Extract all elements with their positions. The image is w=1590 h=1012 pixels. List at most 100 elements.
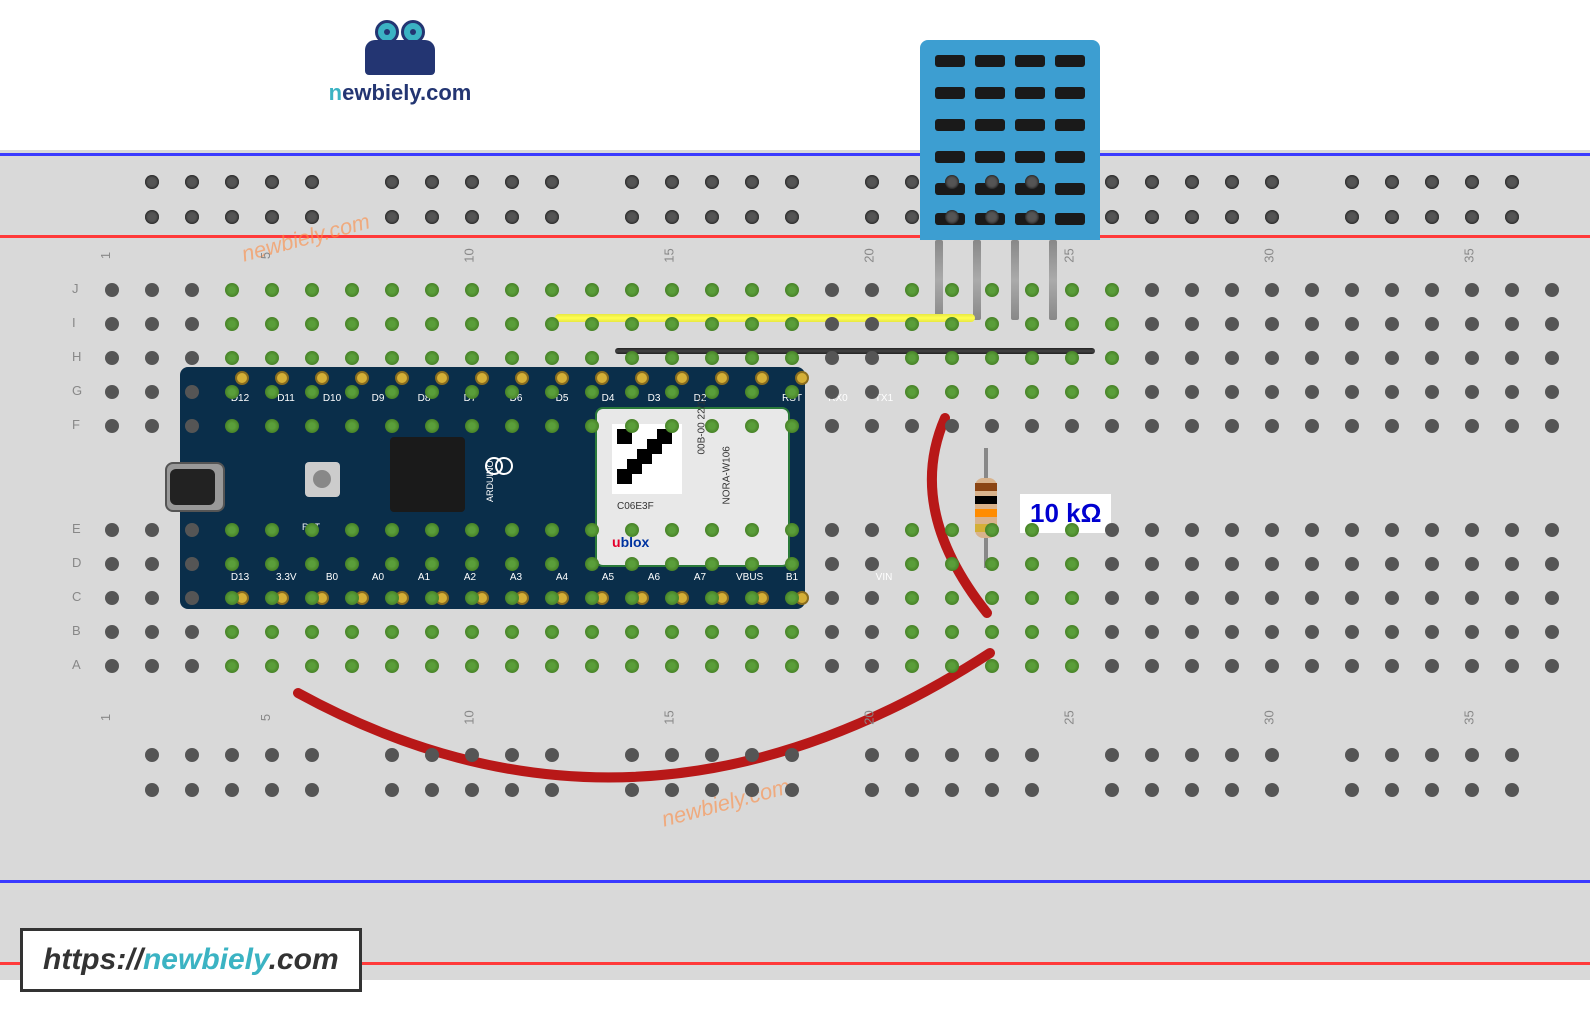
tie-point — [465, 748, 479, 762]
tie-point — [1465, 523, 1479, 537]
tie-point — [545, 317, 559, 331]
tie-point — [1225, 419, 1239, 433]
tie-point — [945, 625, 959, 639]
tie-point — [1345, 591, 1359, 605]
tie-point — [1385, 523, 1399, 537]
tie-point — [1305, 283, 1319, 297]
tie-point — [465, 419, 479, 433]
tie-point — [1185, 317, 1199, 331]
tie-point — [1385, 385, 1399, 399]
tie-point — [305, 523, 319, 537]
tie-point — [265, 625, 279, 639]
tie-point — [785, 419, 799, 433]
tie-point — [1545, 351, 1559, 365]
row-letter: G — [72, 383, 82, 398]
tie-point — [1345, 523, 1359, 537]
tie-point — [505, 591, 519, 605]
tie-point — [865, 523, 879, 537]
tie-point — [1145, 175, 1159, 189]
tie-point — [1065, 351, 1079, 365]
tie-point — [545, 557, 559, 571]
tie-point — [145, 210, 159, 224]
tie-point — [345, 351, 359, 365]
tie-point — [1025, 625, 1039, 639]
tie-point — [105, 523, 119, 537]
tie-point — [785, 317, 799, 331]
tie-point — [185, 748, 199, 762]
tie-point — [825, 591, 839, 605]
tie-point — [425, 783, 439, 797]
tie-point — [465, 385, 479, 399]
tie-point — [945, 283, 959, 297]
nano-pins-bottom — [235, 591, 809, 605]
tie-point — [505, 317, 519, 331]
tie-point — [905, 210, 919, 224]
tie-point — [1225, 317, 1239, 331]
tie-point — [1345, 659, 1359, 673]
tie-point — [145, 419, 159, 433]
tie-point — [545, 523, 559, 537]
tie-point — [1385, 591, 1399, 605]
tie-point — [225, 317, 239, 331]
tie-point — [705, 591, 719, 605]
dht11-pin-data — [973, 240, 981, 320]
row-letter: A — [72, 657, 81, 672]
tie-point — [1305, 351, 1319, 365]
tie-point — [985, 625, 999, 639]
tie-point — [225, 557, 239, 571]
tie-point — [825, 557, 839, 571]
tie-point — [585, 659, 599, 673]
tie-point — [985, 351, 999, 365]
tie-point — [1305, 659, 1319, 673]
tie-point — [745, 175, 759, 189]
tie-point — [1225, 523, 1239, 537]
tie-point — [305, 210, 319, 224]
tie-point — [185, 783, 199, 797]
tie-point — [905, 591, 919, 605]
tie-point — [785, 283, 799, 297]
tie-point — [1225, 625, 1239, 639]
tie-point — [1505, 419, 1519, 433]
tie-point — [625, 523, 639, 537]
tie-point — [985, 175, 999, 189]
tie-point — [425, 748, 439, 762]
tie-point — [225, 210, 239, 224]
tie-point — [1305, 557, 1319, 571]
tie-point — [745, 419, 759, 433]
tie-point — [1545, 317, 1559, 331]
tie-point — [105, 351, 119, 365]
tie-point — [305, 385, 319, 399]
tie-point — [1505, 283, 1519, 297]
tie-point — [825, 523, 839, 537]
row-letter: F — [72, 417, 80, 432]
tie-point — [225, 419, 239, 433]
tie-point — [665, 591, 679, 605]
tie-point — [265, 748, 279, 762]
tie-point — [385, 783, 399, 797]
row-letter: E — [72, 521, 81, 536]
tie-point — [785, 748, 799, 762]
tie-point — [1065, 419, 1079, 433]
tie-point — [1065, 523, 1079, 537]
tie-point — [1185, 591, 1199, 605]
tie-point — [1385, 419, 1399, 433]
tie-point — [185, 317, 199, 331]
tie-point — [345, 591, 359, 605]
tie-point — [265, 210, 279, 224]
tie-point — [705, 659, 719, 673]
tie-point — [1385, 748, 1399, 762]
tie-point — [185, 419, 199, 433]
tie-point — [505, 783, 519, 797]
tie-point — [1145, 385, 1159, 399]
tie-point — [1065, 283, 1079, 297]
tie-point — [1425, 283, 1439, 297]
tie-point — [825, 283, 839, 297]
tie-point — [505, 385, 519, 399]
tie-point — [145, 557, 159, 571]
power-rail-positive-top — [0, 235, 1590, 238]
tie-point — [225, 523, 239, 537]
column-number: 30 — [1262, 248, 1277, 262]
tie-point — [1425, 175, 1439, 189]
tie-point — [1345, 557, 1359, 571]
tie-point — [425, 283, 439, 297]
